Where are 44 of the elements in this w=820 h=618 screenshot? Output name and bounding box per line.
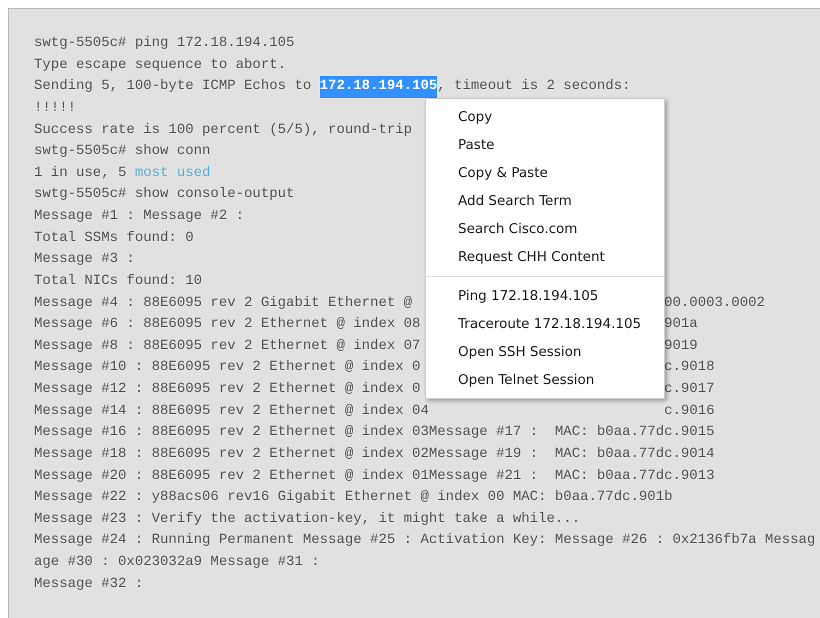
console-line: Message #8 : 88E6095 rev 2 Ethernet @ index 07 xyxy=(34,336,420,356)
console-line: Message #22 : y88acs06 rev16 Gigabit Ethernet @ index 00 MAC: b0aa.77dc.901b xyxy=(34,488,673,508)
console-line: 1 in use, 5 xyxy=(34,164,128,183)
menu-item[interactable]: Copy xyxy=(426,103,492,131)
console-line: Message #18 : 88E6095 rev 2 Ethernet @ index 02Message #19 : MAC: b0aa.77dc.9014 xyxy=(34,444,715,464)
menu-item[interactable]: Search Cisco.com xyxy=(426,215,578,243)
console-line: Message #23 : Verify the activation-key, it might take a while... xyxy=(34,510,580,529)
menu-item[interactable]: Paste xyxy=(426,131,494,159)
menu-item[interactable]: Open Telnet Session xyxy=(426,366,594,394)
menu-item[interactable]: Request CHH Content xyxy=(426,243,605,271)
console-text: c.9016 xyxy=(664,402,715,421)
menu-item[interactable]: Traceroute 172.18.194.105 xyxy=(426,310,642,338)
console-line: Total SSMs found: 0 xyxy=(34,228,194,248)
menu-item[interactable]: Ping 172.18.194.105 xyxy=(426,282,598,310)
console-line: Message #1 : Message #2 : xyxy=(34,207,244,226)
console-text: c.9018 xyxy=(664,358,715,378)
console-line: Message #10 : 88E6095 rev 2 Ethernet @ index 0 xyxy=(34,358,420,378)
console-line: swtg-5505c# ping 172.18.194.105 xyxy=(34,34,294,53)
console-line: swtg-5505c# show conn xyxy=(34,142,210,162)
console-line: Total NICs found: 10 xyxy=(34,272,202,291)
console-line: Success rate is 100 percent (5/5), round-trip xyxy=(34,120,412,140)
console-line: age #30 : 0x023032a9 Message #31 : xyxy=(34,553,320,572)
console-line: Message #6 : 88E6095 rev 2 Ethernet @ index 08 xyxy=(34,315,420,334)
console-line: Message #24 : Running Permanent Message #25 : Activation Key: Message #26 : 0x2136fb7a Messag xyxy=(34,531,816,550)
console-text: 901a xyxy=(664,315,698,334)
console-line: Message #14 : 88E6095 rev 2 Ethernet @ index 04 xyxy=(34,402,429,421)
console-line: Message #32 : xyxy=(34,574,144,594)
menu-item[interactable]: Copy & Paste xyxy=(426,159,548,187)
console-line: , timeout is 2 seconds: xyxy=(437,77,631,96)
console-line: Message #12 : 88E6095 rev 2 Ethernet @ index 0 xyxy=(34,380,420,399)
console-line: Message #4 : 88E6095 rev 2 Gigabit Ethernet @ xyxy=(34,294,412,312)
console-line: Message #3 : xyxy=(34,250,135,270)
console-text: 9019 xyxy=(664,336,698,356)
console-text: c.9017 xyxy=(664,380,715,399)
console-line: Message #20 : 88E6095 rev 2 Ethernet @ index 01Message #21 : MAC: b0aa.77dc.9013 xyxy=(34,466,715,486)
console-line: Type escape sequence to abort. xyxy=(34,56,286,75)
selected-text: 172.18.194.105 xyxy=(320,76,438,98)
console-line: Sending 5, 100-byte ICMP Echos to xyxy=(34,77,312,96)
console-line: swtg-5505c# show console-output xyxy=(34,185,294,204)
menu-item[interactable]: Add Search Term xyxy=(426,187,572,215)
menu-item[interactable]: Open SSH Session xyxy=(426,338,582,366)
console-text: 00.0003.0002 xyxy=(664,294,765,312)
console-line: !!!!! xyxy=(34,98,76,118)
console-line: Message #16 : 88E6095 rev 2 Ethernet @ index 03Message #17 : MAC: b0aa.77dc.9015 xyxy=(34,423,715,442)
